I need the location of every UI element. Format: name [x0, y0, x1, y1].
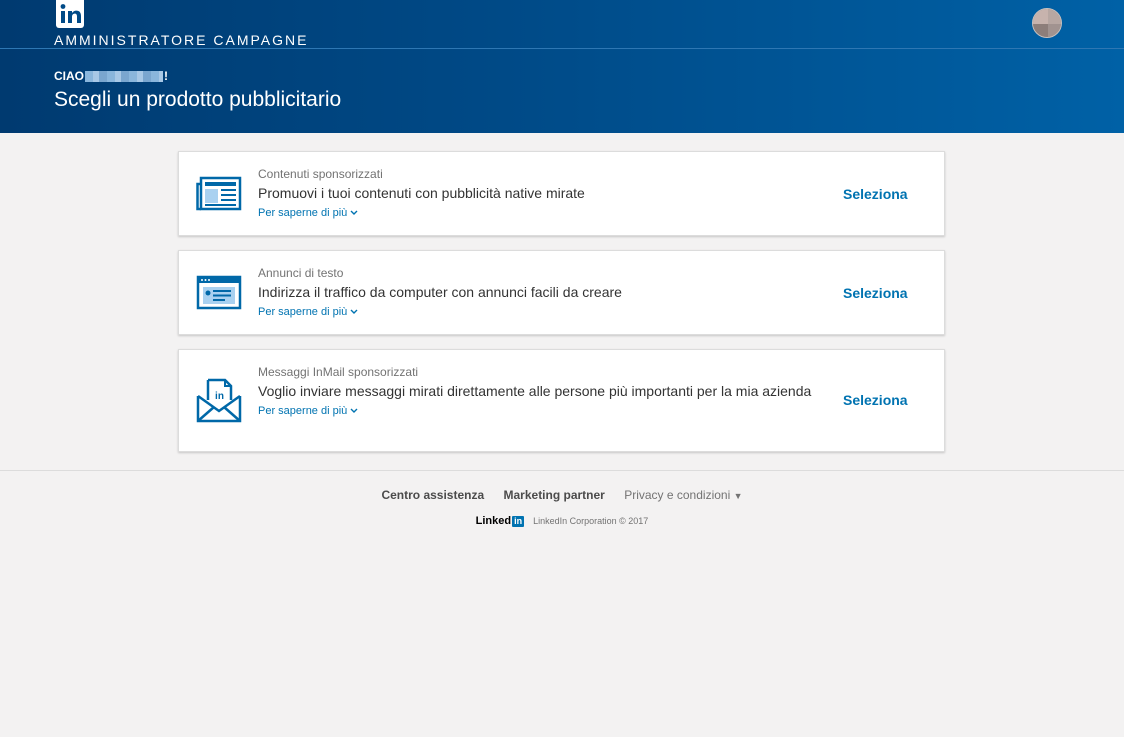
redacted-user-name [85, 70, 163, 82]
copyright-text: LinkedIn Corporation © 2017 [533, 516, 649, 526]
header: AMMINISTRATORE CAMPAGNE CIAO ! Scegli un… [0, 0, 1124, 133]
product-card-text-ads[interactable]: Annunci di testo Indirizza il traffico d… [178, 250, 945, 335]
caret-down-icon: ▼ [733, 491, 743, 501]
footer-divider [0, 470, 1124, 471]
card-category: Annunci di testo [258, 266, 344, 280]
learn-more-label: Per saperne di più [258, 207, 348, 219]
card-description: Voglio inviare messaggi mirati direttame… [258, 383, 812, 399]
card-text: Annunci di testo Indirizza il traffico d… [258, 266, 818, 320]
footer-brand: Linked in LinkedIn Corporation © 2017 [0, 515, 1124, 527]
linkedin-in-badge: in [512, 515, 525, 527]
card-category: Contenuti sponsorizzati [258, 167, 383, 181]
browser-window-icon [196, 275, 242, 316]
product-card-sponsored-inmail[interactable]: in Messaggi InMail sponsorizzati Voglio … [178, 349, 945, 452]
chevron-down-icon [350, 404, 358, 418]
select-button[interactable]: Seleziona [843, 186, 908, 202]
learn-more-link[interactable]: Per saperne di più [258, 404, 358, 418]
learn-more-link[interactable]: Per saperne di più [258, 305, 358, 319]
learn-more-link[interactable]: Per saperne di più [258, 206, 358, 220]
chevron-down-icon [350, 206, 358, 220]
chevron-down-icon [350, 305, 358, 319]
privacy-terms-label: Privacy e condizioni [624, 488, 731, 502]
avatar[interactable] [1032, 8, 1062, 38]
card-category: Messaggi InMail sponsorizzati [258, 365, 419, 379]
linkedin-logo-icon[interactable] [56, 0, 84, 28]
footer-links: Centro assistenza Marketing partner Priv… [0, 488, 1124, 502]
greeting: CIAO ! [54, 69, 168, 83]
select-button[interactable]: Seleziona [843, 285, 908, 301]
inmail-envelope-icon: in [196, 378, 242, 429]
card-text: Contenuti sponsorizzati Promuovi i tuoi … [258, 167, 818, 221]
app-title: AMMINISTRATORE CAMPAGNE [54, 32, 309, 48]
card-description: Promuovi i tuoi contenuti con pubblicità… [258, 185, 585, 201]
learn-more-label: Per saperne di più [258, 306, 348, 318]
linkedin-wordmark: Linked [475, 515, 512, 527]
newspaper-icon [196, 176, 242, 217]
greeting-suffix: ! [164, 69, 168, 83]
card-text: Messaggi InMail sponsorizzati Voglio inv… [258, 365, 818, 419]
product-card-sponsored-content[interactable]: Contenuti sponsorizzati Promuovi i tuoi … [178, 151, 945, 236]
learn-more-label: Per saperne di più [258, 405, 348, 417]
select-button[interactable]: Seleziona [843, 392, 908, 408]
footer-link-marketing-partners[interactable]: Marketing partner [504, 488, 605, 502]
greeting-prefix: CIAO [54, 69, 84, 83]
footer-link-help-center[interactable]: Centro assistenza [381, 488, 484, 502]
page-title: Scegli un prodotto pubblicitario [54, 88, 342, 111]
card-description: Indirizza il traffico da computer con an… [258, 284, 622, 300]
svg-text:in: in [215, 391, 224, 402]
footer-link-privacy-terms[interactable]: Privacy e condizioni ▼ [624, 488, 742, 502]
